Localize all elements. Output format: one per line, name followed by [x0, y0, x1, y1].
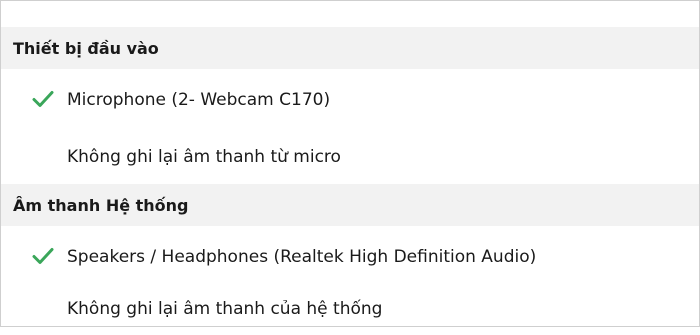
- menu-item-speakers-headphones[interactable]: Speakers / Headphones (Realtek High Defi…: [1, 231, 699, 283]
- section-title-system-audio: Âm thanh Hệ thống: [13, 195, 189, 215]
- menu-item-label: Không ghi lại âm thanh từ micro: [67, 147, 341, 167]
- menu-item-no-mic-audio[interactable]: Không ghi lại âm thanh từ micro: [1, 131, 699, 183]
- menu-item-label: Không ghi lại âm thanh của hệ thống: [67, 299, 383, 319]
- checkmark-icon: [32, 247, 54, 265]
- section-header-input-devices: Thiết bị đầu vào: [1, 27, 699, 69]
- checkmark-icon: [32, 90, 54, 108]
- menu-item-microphone-webcam[interactable]: Microphone (2- Webcam C170): [1, 74, 699, 126]
- menu-item-label: Speakers / Headphones (Realtek High Defi…: [67, 247, 537, 267]
- menu-item-no-system-audio[interactable]: Không ghi lại âm thanh của hệ thống: [1, 283, 699, 335]
- section-title-input-devices: Thiết bị đầu vào: [13, 38, 159, 58]
- section-header-system-audio: Âm thanh Hệ thống: [1, 184, 699, 226]
- audio-source-menu: Thiết bị đầu vào Microphone (2- Webcam C…: [0, 0, 700, 327]
- menu-item-label: Microphone (2- Webcam C170): [67, 90, 331, 110]
